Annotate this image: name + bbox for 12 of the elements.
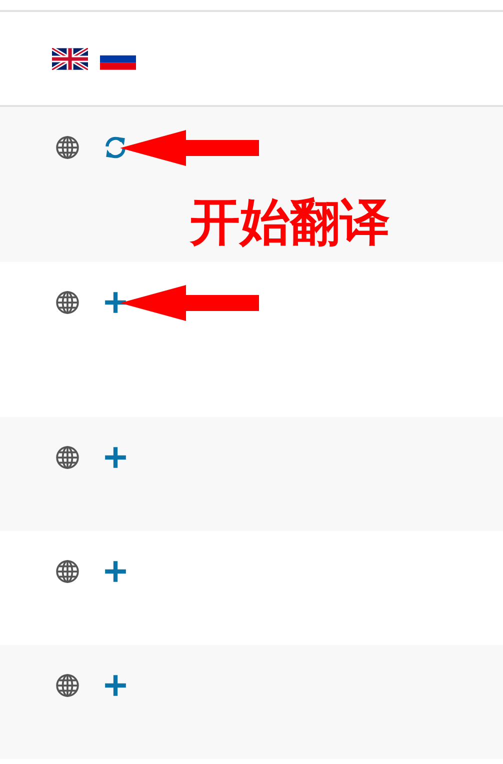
plus-icon[interactable] xyxy=(103,673,128,698)
plus-icon[interactable] xyxy=(103,290,128,315)
globe-icon[interactable] xyxy=(55,559,80,584)
plus-icon[interactable] xyxy=(103,559,128,584)
globe-icon[interactable] xyxy=(55,673,80,698)
refresh-icon[interactable] xyxy=(103,135,128,160)
globe-icon[interactable] xyxy=(55,290,80,315)
globe-icon[interactable] xyxy=(55,445,80,470)
globe-icon[interactable] xyxy=(55,135,80,160)
plus-icon[interactable] xyxy=(103,445,128,470)
uk-flag-icon[interactable] xyxy=(52,48,88,70)
annotation-text: 开始翻译 xyxy=(190,192,390,252)
